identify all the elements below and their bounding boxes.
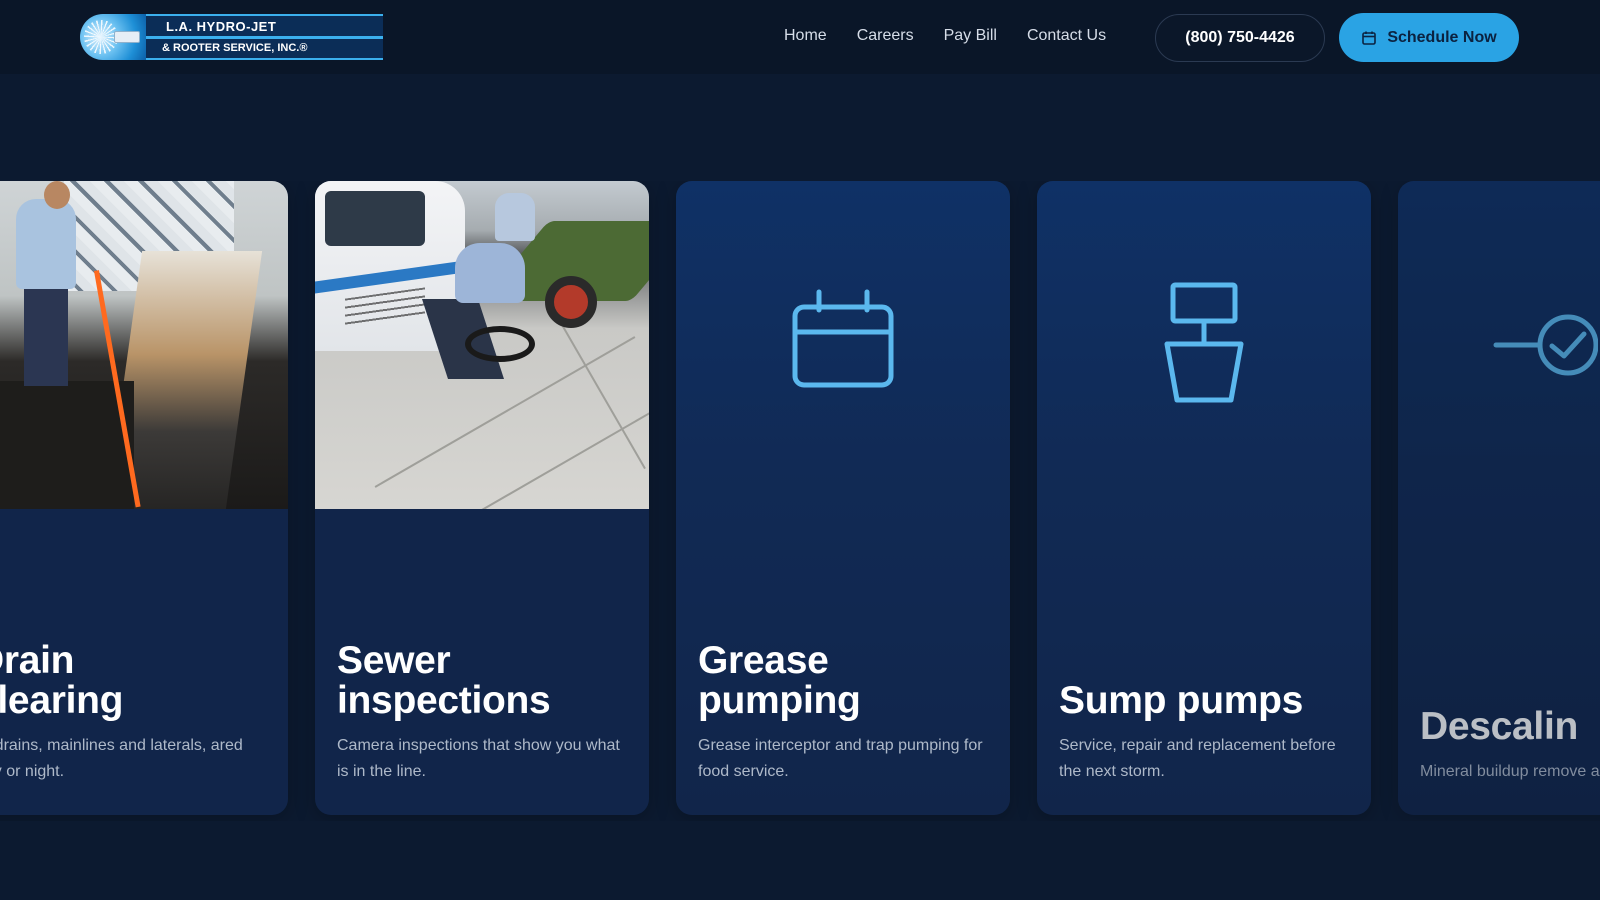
- service-title: Descalin: [1420, 705, 1579, 748]
- service-card-descaling[interactable]: Descalin Mineral buildup remove and equi…: [1398, 181, 1600, 815]
- service-card-sewer-inspections[interactable]: Sewer inspections Camera inspections tha…: [315, 181, 649, 815]
- sump-pump-icon: [1164, 282, 1244, 403]
- service-description: Service, repair and replacement before t…: [1059, 737, 1336, 780]
- nav-careers[interactable]: Careers: [857, 24, 914, 48]
- nav-pay-bill[interactable]: Pay Bill: [944, 24, 997, 48]
- schedule-now-label: Schedule Now: [1387, 28, 1497, 46]
- service-title: Sewer inspections: [337, 639, 551, 722]
- nav-contact-us[interactable]: Contact Us: [1027, 24, 1106, 48]
- service-description: or drains, mainlines and laterals, ared …: [0, 737, 243, 780]
- sewer-inspections-photo: [315, 181, 649, 509]
- service-title: Drain clearing: [0, 641, 268, 721]
- company-logo[interactable]: L.A. HYDRO-JET & ROOTER SERVICE, INC.®: [80, 14, 383, 60]
- service-title: Sump pumps: [1059, 679, 1304, 722]
- calendar-icon: [1362, 31, 1377, 45]
- valve-gauge-icon: [1493, 314, 1598, 376]
- service-card-drain-clearing[interactable]: Drain clearing or drains, mainlines and …: [0, 181, 288, 815]
- service-card-grease-pumping[interactable]: Grease pumping Grease interceptor and tr…: [676, 181, 1010, 815]
- phone-button[interactable]: (800) 750-4426: [1155, 14, 1325, 62]
- main-nav: Home Careers Pay Bill Contact Us: [784, 24, 1106, 48]
- site-header: L.A. HYDRO-JET & ROOTER SERVICE, INC.® H…: [0, 0, 1600, 74]
- services-carousel[interactable]: Drain clearing or drains, mainlines and …: [0, 181, 1600, 821]
- calendar-icon: [792, 289, 894, 388]
- service-title-line-2: clearing: [0, 679, 124, 722]
- schedule-now-button[interactable]: Schedule Now: [1339, 13, 1519, 62]
- service-description: Camera inspections that show you what is…: [337, 737, 620, 780]
- service-card-sump-pumps[interactable]: Sump pumps Service, repair and replaceme…: [1037, 181, 1371, 815]
- service-title-line-1: Drain: [0, 639, 75, 682]
- service-description: Mineral buildup remove and equipment.: [1420, 763, 1600, 780]
- logo-jet-icon: [80, 14, 146, 60]
- service-description: Grease interceptor and trap pumping for …: [698, 737, 983, 780]
- service-title: Grease pumping: [698, 639, 861, 722]
- logo-line-2: & ROOTER SERVICE, INC.®: [146, 39, 383, 60]
- nav-home[interactable]: Home: [784, 24, 827, 48]
- logo-line-1: L.A. HYDRO-JET: [146, 14, 383, 36]
- drain-clearing-photo: [0, 181, 288, 509]
